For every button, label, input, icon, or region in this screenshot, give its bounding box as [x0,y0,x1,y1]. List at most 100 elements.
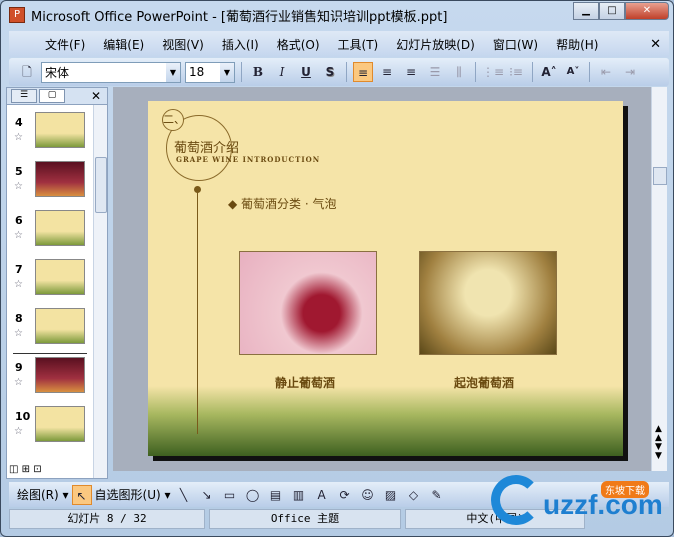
decrease-indent-icon[interactable]: ⇤ [596,62,616,82]
sparkling-wine-photo[interactable] [419,251,557,355]
diagram-icon[interactable]: ⟳ [335,485,355,505]
slideshow-icon[interactable]: ⊡ [33,464,41,475]
prev-next-slide-icons[interactable]: ▲ ▲ ▼ ▼ [655,425,662,461]
align-right-icon[interactable]: ≡ [401,62,421,82]
minimize-button[interactable]: ▁ [573,2,599,20]
thumbnail-image [35,112,85,148]
vertical-scrollbar[interactable]: ▲ ▲ ▼ ▼ [651,87,667,471]
caption-still-wine[interactable]: 静止葡萄酒 [275,374,335,391]
line-color-icon[interactable]: ✎ [427,485,447,505]
fill-color-icon[interactable]: ◇ [404,485,424,505]
font-value: 宋体 [45,65,70,80]
slides-tab[interactable]: ▢ [39,89,65,103]
align-left-icon[interactable]: ≡ [353,62,373,82]
chevron-down-icon[interactable]: ▼ [220,62,234,82]
align-center-icon[interactable]: ≡ [377,62,397,82]
bullet-text[interactable]: ◆ 葡萄酒分类 · 气泡 [228,195,337,212]
red-wine-photo[interactable] [239,251,377,355]
animation-star-icon: ☆ [14,426,23,437]
menu-view[interactable]: 视图(V) [162,36,204,53]
animation-star-icon: ☆ [14,279,23,290]
slide-number: 7 [15,263,23,276]
vertical-text-icon[interactable]: ⫼ [449,62,469,82]
slide-sorter-icon[interactable]: ⊞ [22,464,30,475]
increase-font-icon[interactable]: A˄ [539,62,559,82]
thumbnail-image [35,210,85,246]
autoshapes-menu[interactable]: 自选图形(U) ▾ [95,486,171,503]
slide-thumbnail[interactable]: 9 ☆ [11,357,87,395]
animation-star-icon: ☆ [14,132,23,143]
menu-window[interactable]: 窗口(W) [493,36,538,53]
slide-editing-area: 二、 葡萄酒介绍 GRAPE WINE INTRODUCTION ◆ 葡萄酒分类… [113,87,651,471]
close-button[interactable]: ✕ [625,2,669,20]
picture-icon[interactable]: ▨ [381,485,401,505]
underline-button[interactable]: U [296,62,316,82]
rectangle-icon[interactable]: ▭ [220,485,240,505]
thumbnail-image [35,308,85,344]
animation-star-icon: ☆ [14,328,23,339]
view-buttons: ◫ ⊞ ⊡ [6,464,108,480]
theme-name: Office 主题 [209,509,401,529]
font-size-select[interactable]: 18 ▼ [185,61,235,83]
menu-file[interactable]: 文件(F) [45,36,85,53]
numbered-list-icon[interactable]: ⋮≡ [482,62,504,82]
animation-star-icon: ☆ [14,181,23,192]
font-select[interactable]: 宋体 ▼ [41,61,181,83]
close-pane-icon[interactable]: ✕ [91,89,101,103]
uzzf-watermark-logo: uzzf.com 东坡下载 [491,475,667,527]
menu-insert[interactable]: 插入(I) [222,36,259,53]
slide-thumbnail[interactable]: 10 ☆ [11,406,87,444]
slide-number: 10 [15,410,31,423]
formatting-toolbar: 🗋 宋体 ▼ 18 ▼ B I U S ≡ ≡ ≡ ☰ ⫼ ⋮≡ ⁝≡ A˄ A˅ … [9,58,669,86]
caption-sparkling-wine[interactable]: 起泡葡萄酒 [454,374,514,391]
vertical-textbox-icon[interactable]: ▥ [289,485,309,505]
clipart-icon[interactable]: ☺ [358,485,378,505]
section-number: 二、 [162,109,185,131]
maximize-button[interactable]: □ [599,2,625,20]
thumbnail-image [35,259,85,295]
slide-thumbnail[interactable]: 4 ☆ [11,112,87,150]
oval-icon[interactable]: ◯ [243,485,263,505]
menu-help[interactable]: 帮助(H) [556,36,598,53]
wordart-icon[interactable]: A [312,485,332,505]
decrease-font-icon[interactable]: A˅ [563,62,583,82]
menu-format[interactable]: 格式(O) [277,36,320,53]
menu-slideshow[interactable]: 幻灯片放映(D) [396,36,475,53]
slide-counter: 幻灯片 8 / 32 [9,509,205,529]
chevron-down-icon[interactable]: ▼ [166,62,180,82]
normal-view-icon[interactable]: ◫ [9,464,18,475]
thumbnail-image [35,357,85,393]
bold-button[interactable]: B [248,62,268,82]
line-icon[interactable]: ╲ [174,485,194,505]
arrow-icon[interactable]: ↘ [197,485,217,505]
slide-thumbnail[interactable]: 8 ☆ [11,308,87,346]
pane-scrollbar[interactable] [93,105,107,478]
shadow-button[interactable]: S [320,62,340,82]
draw-menu[interactable]: 绘图(R) ▾ [17,486,69,503]
slide-title[interactable]: 葡萄酒介绍 [174,137,239,156]
increase-indent-icon[interactable]: ⇥ [620,62,640,82]
window-title: Microsoft Office PowerPoint - [葡萄酒行业销售知识… [31,9,448,25]
textbox-icon[interactable]: ▤ [266,485,286,505]
slide-thumbnail[interactable]: 6 ☆ [11,210,87,248]
bullet-list-icon[interactable]: ⁝≡ [506,62,526,82]
close-document-icon[interactable]: ✕ [650,37,661,52]
slide[interactable]: 二、 葡萄酒介绍 GRAPE WINE INTRODUCTION ◆ 葡萄酒分类… [148,101,623,456]
outline-tab[interactable]: ☰ [11,89,37,103]
slide-subtitle[interactable]: GRAPE WINE INTRODUCTION [176,155,320,164]
slide-thumbnail[interactable]: 7 ☆ [11,259,87,297]
new-document-icon[interactable]: 🗋 [17,62,37,82]
menu-tools[interactable]: 工具(T) [338,36,379,53]
menu-edit[interactable]: 编辑(E) [103,36,144,53]
powerpoint-window: P Microsoft Office PowerPoint - [葡萄酒行业销售… [0,0,674,537]
timeline-line [197,189,198,434]
select-pointer-icon[interactable]: ↖ [71,484,92,505]
powerpoint-app-icon[interactable]: P [9,7,25,23]
slide-thumbnail[interactable]: 5 ☆ [11,161,87,199]
slide-number: 8 [15,312,23,325]
insertion-line [13,353,87,354]
italic-button[interactable]: I [272,62,292,82]
slide-number: 6 [15,214,23,227]
slide-number: 5 [15,165,23,178]
distribute-icon[interactable]: ☰ [425,62,445,82]
